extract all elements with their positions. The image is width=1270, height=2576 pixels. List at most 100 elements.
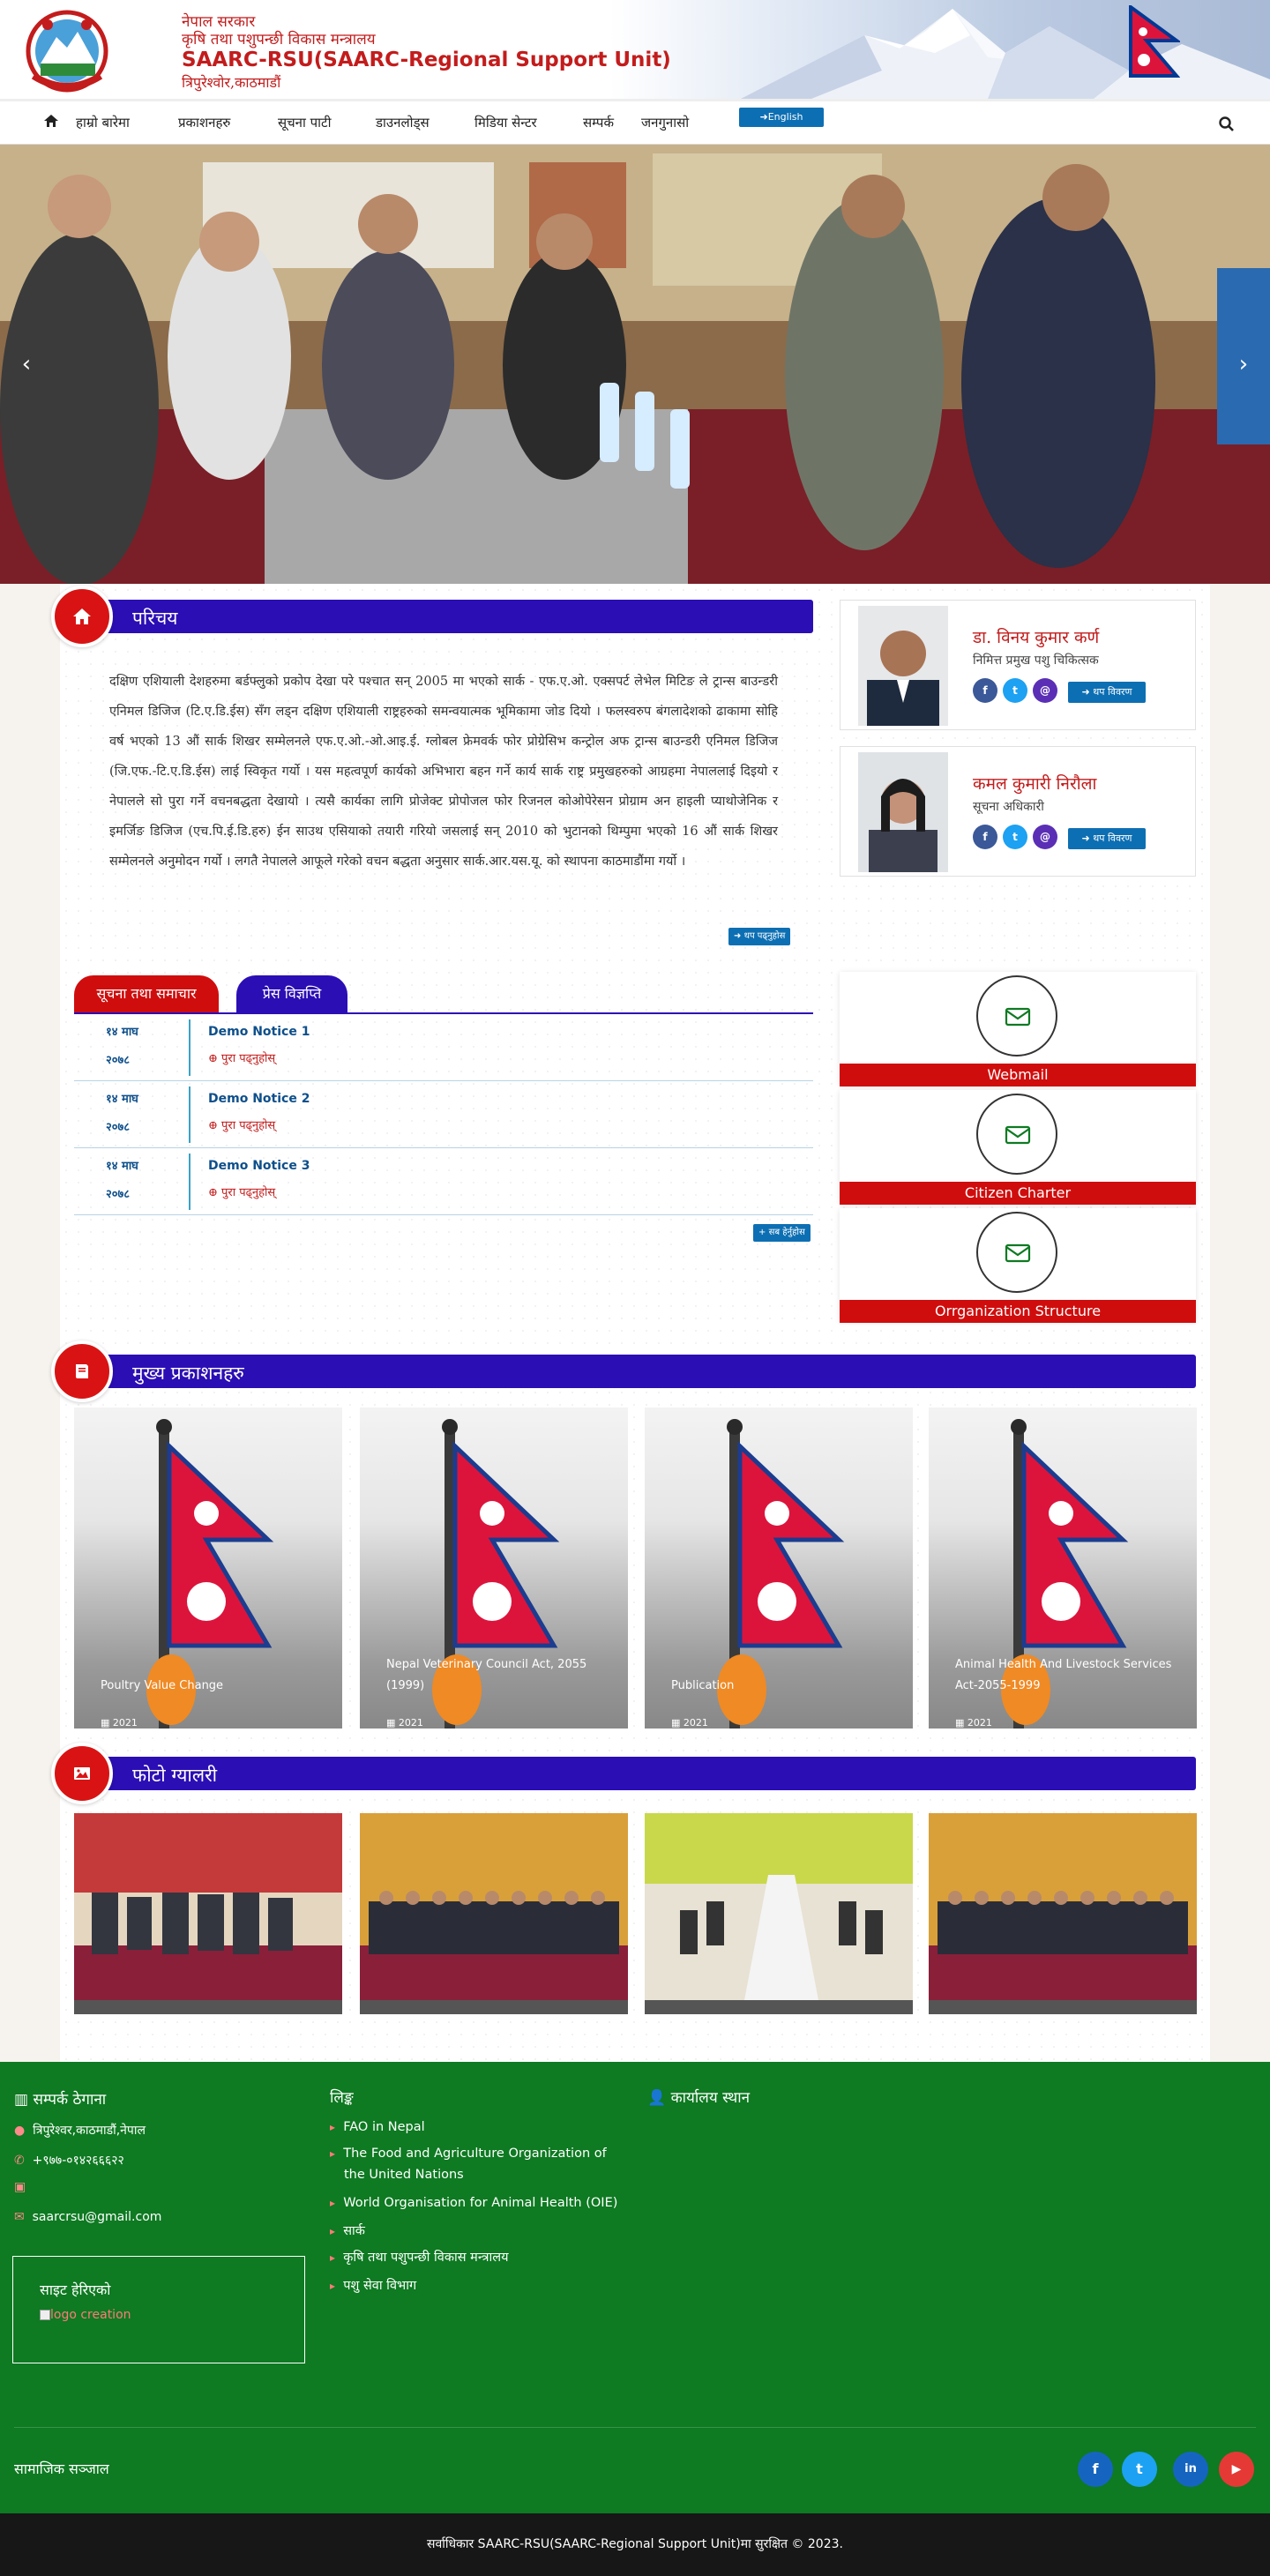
linkedin-icon[interactable]: in: [1173, 2452, 1208, 2487]
tab-news[interactable]: सूचना तथा समाचार: [74, 975, 219, 1012]
phone-line: ✆ +९७७-०१४२६६६२२: [14, 2152, 124, 2169]
notice-day: १४ माघ: [106, 1026, 138, 1039]
quick-link-card[interactable]: Orrganization Structure: [840, 1208, 1196, 1323]
address-text: त्रिपुरेश्वर,काठमाडौं,नेपाल: [33, 2124, 146, 2138]
social-media-label: सामाजिक सञ्जाल: [14, 2460, 109, 2477]
tab-press-release[interactable]: प्रेस विज्ञप्ति: [236, 975, 347, 1012]
nepal-emblem-logo[interactable]: [14, 5, 120, 93]
caret-right-icon: ▸: [330, 2225, 336, 2237]
footer-link-label: The Food and Agriculture Organization of…: [343, 2147, 607, 2182]
footer-link[interactable]: ▸ World Organisation for Animal Health (…: [330, 2192, 630, 2214]
notice-year: २०७८: [106, 1188, 131, 1201]
notice-title[interactable]: Demo Notice 3: [208, 1159, 310, 1173]
map-marker-icon: ●: [14, 2124, 26, 2138]
twitter-icon[interactable]: t: [1122, 2452, 1157, 2487]
nav-grievance[interactable]: जनगुनासो: [641, 114, 689, 131]
details-button[interactable]: ➜ थप विवरण: [1068, 682, 1146, 703]
footer-link[interactable]: ▸ पशु सेवा विभाग: [330, 2275, 630, 2296]
search-icon[interactable]: [1218, 116, 1236, 133]
notice-day: १४ माघ: [106, 1160, 138, 1173]
book-section-badge: [51, 1340, 113, 1402]
footer-link-label: सार्क: [343, 2224, 365, 2238]
footer-link[interactable]: ▸ FAO in Nepal: [330, 2117, 630, 2138]
home-section-badge: [51, 586, 113, 647]
quick-link-label: Citizen Charter: [840, 1182, 1196, 1205]
publication-card[interactable]: Poultry Value Change ▦ 2021: [74, 1407, 342, 1729]
fax-icon: ▣: [14, 2180, 26, 2194]
footer-link[interactable]: ▸ सार्क: [330, 2221, 630, 2242]
nav-downloads[interactable]: डाउनलोड्स: [376, 114, 430, 131]
read-full-label: पुरा पढ्नुहोस्: [221, 1052, 276, 1065]
contact-heading-label: सम्पर्क ठेगाना: [33, 2091, 107, 2109]
publication-title: Animal Health And Livestock Services Act…: [955, 1658, 1172, 1692]
nav-media-center[interactable]: मिडिया सेन्टर: [474, 114, 537, 131]
notice-title[interactable]: Demo Notice 1: [208, 1025, 310, 1039]
read-more-button[interactable]: ➜ थप पढ्नुहोस: [728, 928, 791, 945]
organization-title[interactable]: SAARC-RSU(SAARC-Regional Support Unit): [182, 49, 671, 71]
publication-year: ▦ 2021: [671, 1717, 708, 1729]
facebook-icon[interactable]: f: [1078, 2452, 1113, 2487]
gallery-photo[interactable]: [929, 1813, 1197, 2014]
nepal-flag-icon: [1129, 5, 1180, 78]
phone-text[interactable]: +९७७-०१४२६६६२२: [33, 2154, 124, 2168]
footer-link[interactable]: ▸ The Food and Agriculture Organization …: [330, 2143, 630, 2185]
footer-link-label: FAO in Nepal: [343, 2120, 425, 2134]
ministry-label: कृषि तथा पशुपन्छी विकास मन्त्रालय: [182, 31, 376, 49]
official-card: कमल कुमारी निरौला सूचना अधिकारी f t @ ➜ …: [840, 746, 1196, 877]
organization-address: त्रिपुरेश्वोर,काठमाडौं: [182, 74, 281, 91]
caret-right-icon: ▸: [330, 2251, 336, 2264]
official-photo[interactable]: [858, 752, 948, 872]
publication-title: Poultry Value Change: [101, 1679, 224, 1692]
footer-link-label: पशु सेवा विभाग: [343, 2279, 417, 2293]
publication-card[interactable]: Publication ▦ 2021: [645, 1407, 913, 1729]
email-text[interactable]: saarcrsu@gmail.com: [33, 2210, 162, 2224]
contact-heading: ▥ सम्पर्क ठेगाना: [14, 2091, 107, 2109]
gallery-photo[interactable]: [360, 1813, 628, 2014]
read-full-link[interactable]: ⊕ पुरा पढ्नुहोस्: [208, 1049, 275, 1065]
read-more-label: थप पढ्नुहोस: [743, 931, 786, 941]
view-all-button[interactable]: + सब हेर्नुहोस: [753, 1224, 811, 1242]
publication-title: Nepal Veterinary Council Act, 2055 (1999…: [386, 1658, 587, 1692]
publication-year-value: 2021: [398, 1717, 423, 1729]
twitter-icon[interactable]: t: [1003, 825, 1027, 849]
gallery-photo[interactable]: [645, 1813, 913, 2014]
nav-notice-board[interactable]: सूचना पाटी: [278, 114, 332, 131]
quick-link-label: Orrganization Structure: [840, 1300, 1196, 1323]
details-button[interactable]: ➜ थप विवरण: [1068, 828, 1146, 849]
facebook-icon[interactable]: f: [973, 678, 997, 703]
home-icon[interactable]: [43, 113, 59, 129]
email-icon[interactable]: @: [1033, 825, 1057, 849]
read-full-link[interactable]: ⊕ पुरा पढ्नुहोस्: [208, 1116, 275, 1132]
read-full-link[interactable]: ⊕ पुरा पढ्नुहोस्: [208, 1183, 275, 1199]
broken-image-icon: [40, 2310, 50, 2320]
copyright-text: सर्वाधिकार SAARC-RSU(SAARC-Regional Supp…: [427, 2537, 843, 2551]
view-all-label: सब हेर्नुहोस: [768, 1228, 805, 1237]
quick-link-card[interactable]: Citizen Charter: [840, 1090, 1196, 1205]
intro-paragraph: दक्षिण एशियाली देशहरुमा बर्डफ्लुको प्रको…: [109, 675, 778, 869]
youtube-icon[interactable]: ▶: [1219, 2452, 1254, 2487]
envelope-icon: [1005, 1243, 1031, 1263]
links-heading: लिङ्क: [330, 2089, 354, 2107]
gallery-photo[interactable]: [74, 1813, 342, 2014]
nav-publications[interactable]: प्रकाशनहरु: [178, 114, 230, 131]
details-label: थप विवरण: [1093, 833, 1132, 844]
official-card: डा. विनय कुमार कर्ण निमित्त प्रमुख पशु च…: [840, 600, 1196, 730]
publication-card[interactable]: Nepal Veterinary Council Act, 2055 (1999…: [360, 1407, 628, 1729]
publication-title: Publication: [671, 1679, 735, 1692]
slider-prev-arrow[interactable]: ‹: [18, 353, 35, 376]
nav-about[interactable]: हाम्रो बारेमा: [76, 114, 130, 131]
hero-slider[interactable]: ‹ ›: [0, 145, 1270, 584]
footer-link[interactable]: ▸ कृषि तथा पशुपन्छी विकास मन्त्रालय: [330, 2247, 630, 2268]
slider-next-arrow[interactable]: ›: [1235, 353, 1252, 376]
quick-link-card[interactable]: Webmail: [840, 972, 1196, 1086]
language-toggle-button[interactable]: ➜English: [739, 108, 824, 127]
footer-link-label: कृषि तथा पशुपन्छी विकास मन्त्रालय: [343, 2251, 509, 2265]
publication-year-value: 2021: [112, 1717, 138, 1729]
notice-title[interactable]: Demo Notice 2: [208, 1092, 310, 1106]
official-photo[interactable]: [858, 606, 948, 726]
facebook-icon[interactable]: f: [973, 825, 997, 849]
twitter-icon[interactable]: t: [1003, 678, 1027, 703]
email-icon[interactable]: @: [1033, 678, 1057, 703]
publication-card[interactable]: Animal Health And Livestock Services Act…: [929, 1407, 1197, 1729]
nav-contact[interactable]: सम्पर्क: [583, 114, 614, 131]
